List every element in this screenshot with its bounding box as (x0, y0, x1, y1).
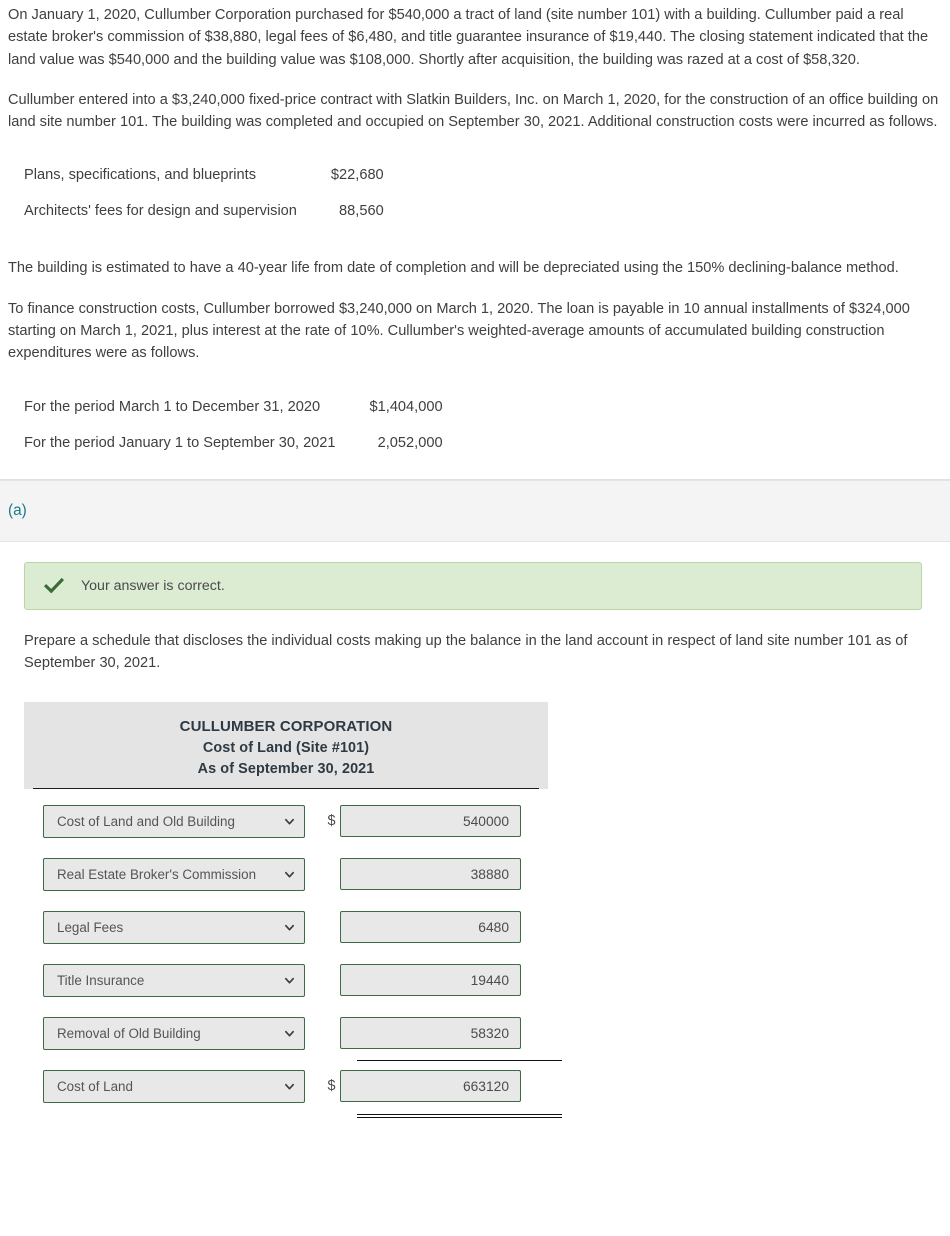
account-select-4[interactable]: Title Insurance (43, 963, 305, 997)
problem-statement: On January 1, 2020, Cullumber Corporatio… (0, 4, 950, 461)
construction-cost-label-2: Architects' fees for design and supervis… (24, 203, 297, 220)
account-select-2[interactable]: Real Estate Broker's Commission (43, 857, 305, 891)
weighted-average-label-2: For the period January 1 to September 30… (24, 434, 336, 451)
account-select-1[interactable]: Cost of Land and Old Building (43, 804, 305, 838)
problem-paragraph-4: To finance construction costs, Cullumber… (8, 300, 910, 362)
amount-input-1[interactable]: 540000 (340, 805, 521, 838)
schedule-title-statement: Cost of Land (Site #101) (202, 739, 370, 756)
weighted-average-amount-2: 2,052,000 (377, 434, 443, 451)
account-select-label-6: Cost of Land (57, 1078, 133, 1094)
problem-paragraph-3: The building is estimated to have a 40-y… (8, 260, 899, 277)
table-row: Real Estate Broker's Commission $ 38880 (24, 855, 548, 894)
currency-symbol-2: $ (323, 866, 340, 882)
table-row: Removal of Old Building $ 58320 (24, 1014, 562, 1061)
table-row: Cost of Land $ 663120 (24, 1067, 562, 1118)
check-icon (44, 577, 64, 594)
account-select-label-2: Real Estate Broker's Commission (57, 866, 257, 882)
schedule-title-date: As of September 30, 2021 (197, 761, 375, 778)
currency-symbol-6: $ (327, 1078, 336, 1095)
weighted-average-label-1: For the period March 1 to December 31, 2… (24, 398, 321, 415)
amount-input-2[interactable]: 38880 (340, 858, 521, 891)
table-row: Legal Fees $ 6480 (24, 908, 548, 947)
answer-status-banner: Your answer is correct. (24, 561, 922, 610)
amount-input-4[interactable]: 19440 (340, 964, 521, 997)
table-row: Architects' fees for design and supervis… (8, 193, 384, 229)
chevron-down-icon (285, 977, 294, 984)
account-select-label-5: Removal of Old Building (57, 1025, 201, 1041)
answer-status-text: Your answer is correct. (81, 577, 225, 594)
schedule-title-company: CULLUMBER CORPORATION (179, 718, 393, 736)
total-rule (357, 1113, 562, 1118)
instruction-text: Prepare a schedule that discloses the in… (24, 632, 908, 671)
amount-input-6[interactable]: 663120 (340, 1070, 521, 1103)
chevron-down-icon (285, 1083, 294, 1090)
construction-costs-table: Plans, specifications, and blueprints $2… (8, 157, 384, 229)
weighted-average-amount-1: $1,404,000 (369, 398, 443, 415)
problem-paragraph-2: Cullumber entered into a $3,240,000 fixe… (8, 91, 939, 131)
table-row: Plans, specifications, and blueprints $2… (8, 157, 384, 193)
weighted-average-table: For the period March 1 to December 31, 2… (8, 389, 443, 461)
problem-paragraph-1: On January 1, 2020, Cullumber Corporatio… (8, 7, 929, 68)
amount-input-5[interactable]: 58320 (340, 1017, 521, 1050)
currency-symbol-3: $ (323, 919, 340, 935)
account-select-5[interactable]: Removal of Old Building (43, 1016, 305, 1050)
chevron-down-icon (285, 924, 294, 931)
amount-input-3[interactable]: 6480 (340, 911, 521, 944)
table-row: For the period January 1 to September 30… (8, 425, 443, 461)
part-label: (a) (8, 501, 27, 519)
chevron-down-icon (285, 871, 294, 878)
cost-of-land-schedule: CULLUMBER CORPORATION Cost of Land (Site… (24, 702, 562, 1118)
currency-symbol-4: $ (323, 972, 340, 988)
account-select-3[interactable]: Legal Fees (43, 910, 305, 944)
currency-symbol-5: $ (323, 1025, 340, 1041)
chevron-down-icon (285, 1030, 294, 1037)
schedule-rows: Cost of Land and Old Building $ 540000 R… (24, 789, 562, 1118)
construction-cost-amount-1: $22,680 (330, 167, 384, 184)
table-row: For the period March 1 to December 31, 2… (8, 389, 443, 425)
subtotal-rule (357, 1059, 562, 1061)
construction-cost-label-1: Plans, specifications, and blueprints (24, 167, 257, 184)
table-row: Title Insurance $ 19440 (24, 961, 548, 1000)
construction-cost-amount-2: 88,560 (339, 203, 384, 220)
account-select-6[interactable]: Cost of Land (43, 1069, 305, 1103)
chevron-down-icon (285, 818, 294, 825)
table-row: Cost of Land and Old Building $ 540000 (24, 802, 548, 841)
account-select-label-4: Title Insurance (57, 972, 145, 988)
schedule-header: CULLUMBER CORPORATION Cost of Land (Site… (24, 702, 548, 789)
account-select-label-3: Legal Fees (57, 919, 124, 935)
account-select-label-1: Cost of Land and Old Building (57, 813, 235, 829)
part-a-band: (a) (0, 479, 950, 542)
currency-symbol-1: $ (327, 813, 336, 830)
